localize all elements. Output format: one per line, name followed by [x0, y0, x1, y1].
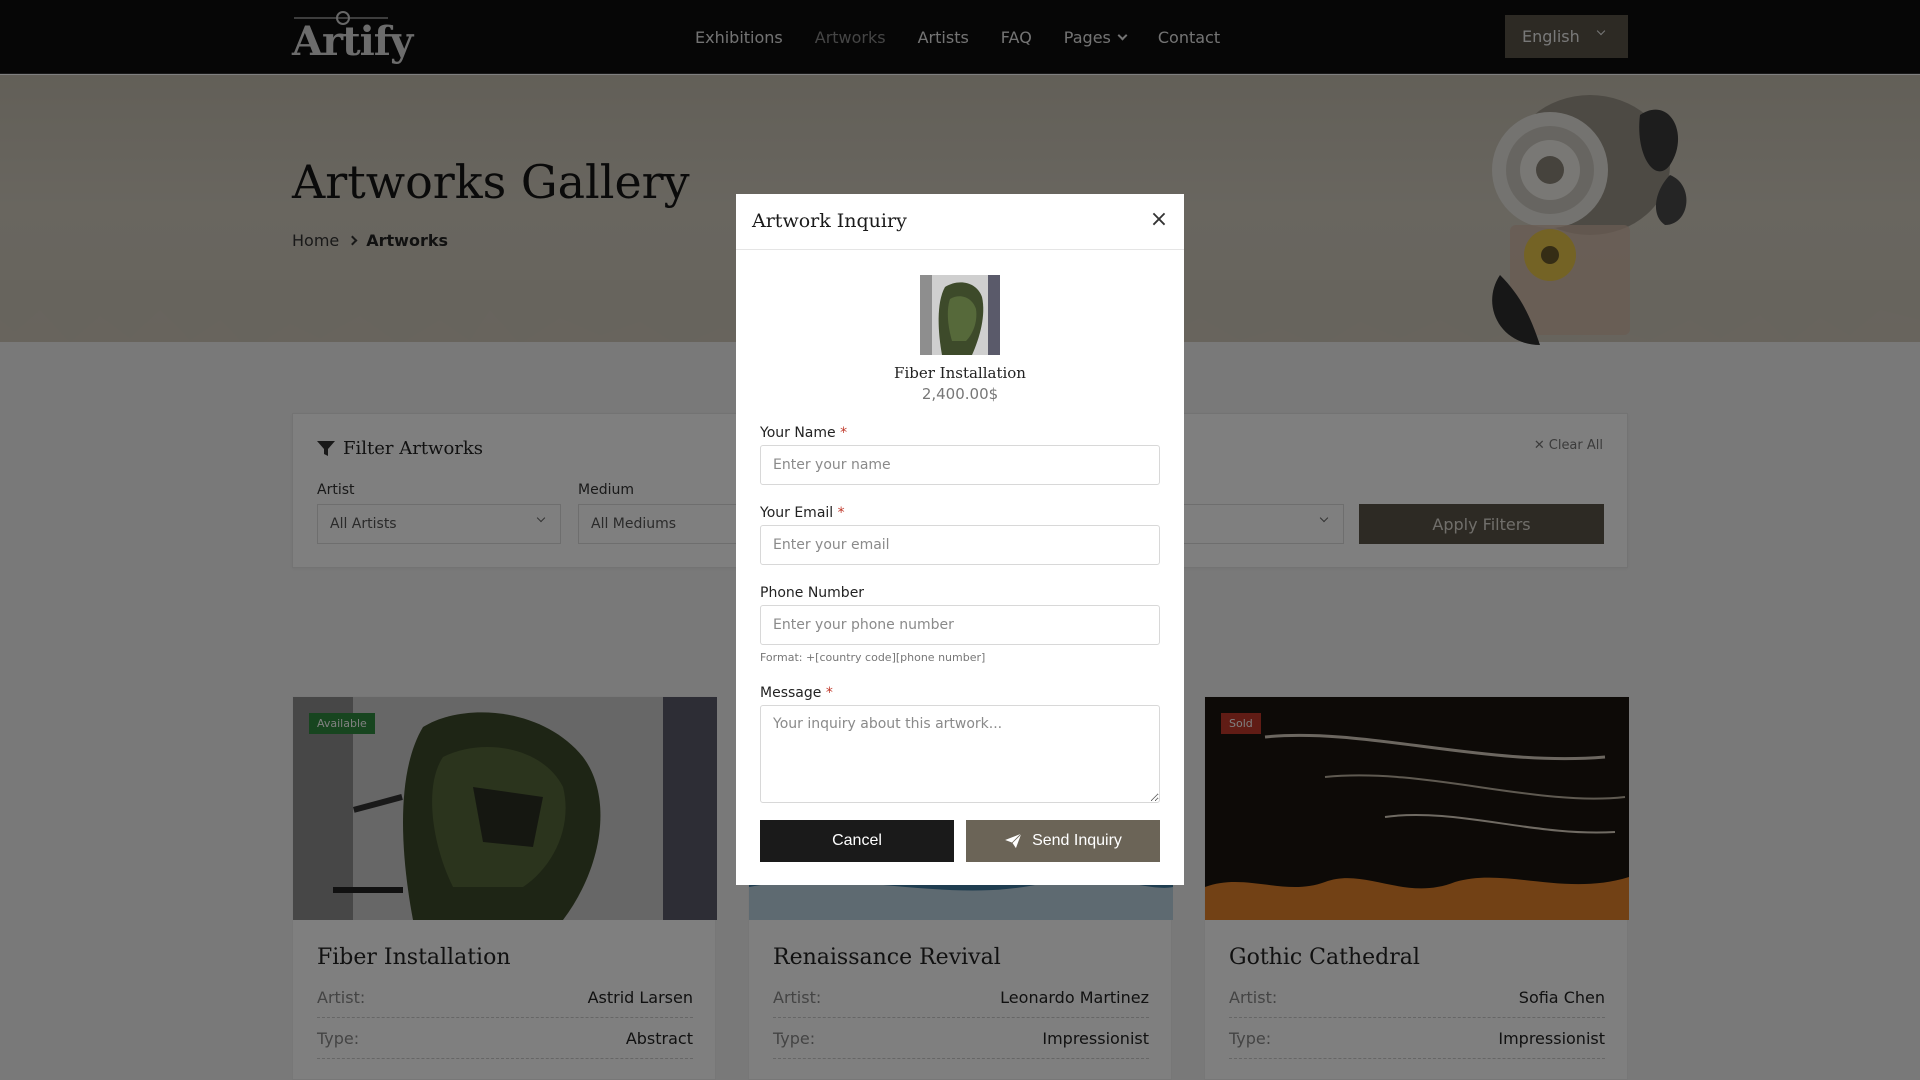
email-field-label: Your Email *	[760, 505, 845, 521]
phone-label-text: Phone Number	[760, 585, 865, 601]
required-mark: *	[825, 685, 833, 701]
message-label-text: Message	[760, 685, 822, 701]
email-input[interactable]	[760, 525, 1160, 565]
artwork-price: 2,400.00$	[921, 385, 999, 403]
artwork-name: Fiber Installation	[894, 364, 1026, 382]
name-field-label: Your Name *	[760, 425, 847, 441]
phone-format-hint: Format: +[country code][phone number]	[760, 651, 986, 664]
message-field-label: Message *	[760, 685, 833, 701]
required-mark: *	[840, 425, 848, 441]
required-mark: *	[837, 505, 845, 521]
name-label-text: Your Name	[760, 425, 836, 441]
email-label-text: Your Email	[760, 505, 834, 521]
inquiry-modal: Artwork Inquiry × Fiber Installation 2,4…	[736, 194, 1184, 885]
modal-header: Artwork Inquiry ×	[736, 194, 1184, 250]
paper-plane-icon	[1004, 833, 1023, 849]
send-inquiry-label: Send Inquiry	[1032, 832, 1122, 849]
artwork-thumbnail	[920, 275, 1000, 355]
send-inquiry-button[interactable]: Send Inquiry	[966, 820, 1160, 862]
name-input[interactable]	[760, 445, 1160, 485]
modal-title: Artwork Inquiry	[752, 210, 907, 232]
message-textarea[interactable]	[760, 705, 1160, 803]
phone-input[interactable]	[760, 605, 1160, 645]
cancel-button[interactable]: Cancel	[760, 820, 954, 862]
phone-field-label: Phone Number	[760, 585, 864, 601]
close-icon[interactable]: ×	[1146, 206, 1172, 232]
